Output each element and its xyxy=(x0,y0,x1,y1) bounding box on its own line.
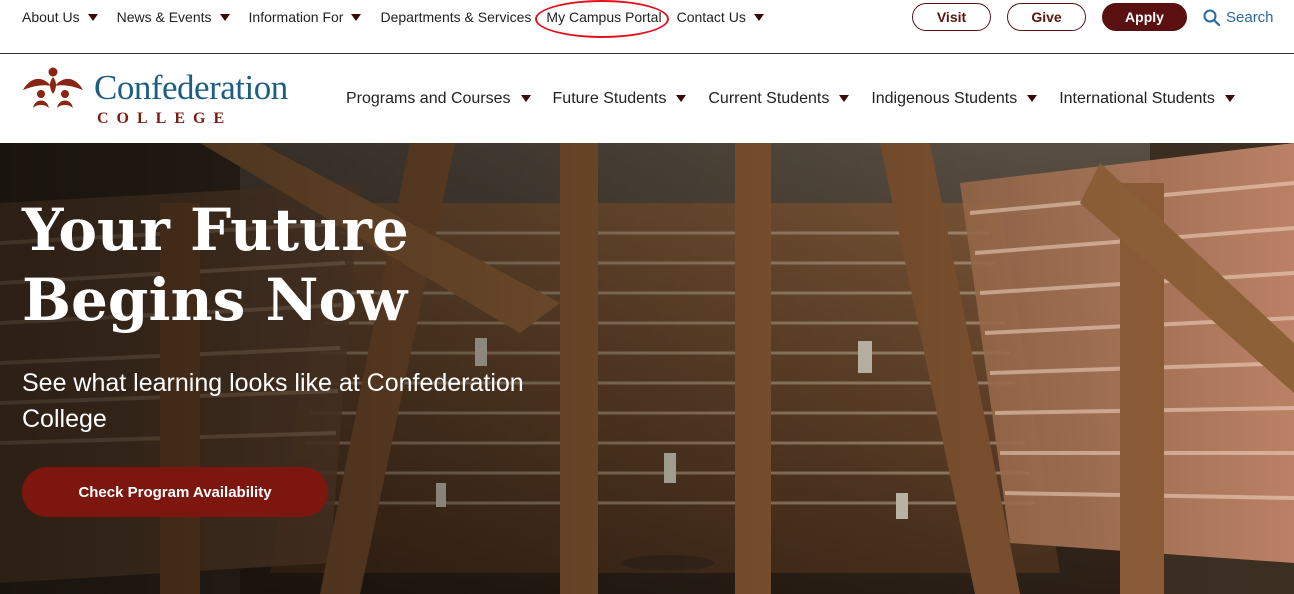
utility-link-information-for[interactable]: Information For xyxy=(249,9,362,25)
utility-link-label: My Campus Portal xyxy=(546,8,662,25)
nav-item-label: Indigenous Students xyxy=(871,89,1018,107)
nav-item-programs-courses[interactable]: Programs and Courses xyxy=(346,90,531,108)
utility-link-label: About Us xyxy=(22,8,80,25)
caret-down-icon xyxy=(839,95,850,102)
caret-down-icon xyxy=(1027,95,1038,102)
nav-item-indigenous-students[interactable]: Indigenous Students xyxy=(871,89,1038,108)
give-button[interactable]: Give xyxy=(1007,3,1086,31)
logo-wordmark: Confederation xyxy=(94,68,288,107)
nav-item-label: Future Students xyxy=(552,89,667,107)
caret-down-icon xyxy=(520,95,531,102)
hero-banner: Your Future Begins Now See what learning… xyxy=(0,143,1294,594)
search-link[interactable]: Search xyxy=(1203,9,1274,26)
utility-actions: Visit Give Apply Search xyxy=(912,3,1274,31)
check-program-availability-button[interactable]: Check Program Availability xyxy=(22,467,328,517)
utility-link-about-us[interactable]: About Us xyxy=(22,9,98,25)
hero-title: Your Future Begins Now xyxy=(22,195,542,335)
hero-title-line: Begins Now xyxy=(22,266,408,334)
bird-emblem-icon xyxy=(23,67,83,108)
nav-item-international-students[interactable]: International Students xyxy=(1059,90,1235,108)
nav-item-label: Current Students xyxy=(708,89,830,107)
main-navigation: Confederation COLLEGE Programs and Cours… xyxy=(0,54,1294,143)
caret-down-icon xyxy=(676,95,687,102)
utility-link-contact-us[interactable]: Contact Us xyxy=(677,9,764,25)
caret-down-icon xyxy=(351,13,362,21)
utility-link-label: Contact Us xyxy=(676,8,746,25)
college-logo[interactable]: Confederation COLLEGE xyxy=(21,64,321,136)
utility-link-news-events[interactable]: News & Events xyxy=(117,9,230,25)
utility-links: About Us News & Events Information For D… xyxy=(22,0,783,38)
visit-button[interactable]: Visit xyxy=(912,3,991,31)
caret-down-icon xyxy=(1224,95,1235,102)
utility-link-my-campus-portal[interactable]: My Campus Portal xyxy=(535,0,670,38)
apply-button[interactable]: Apply xyxy=(1102,3,1187,31)
utility-link-label: Information For xyxy=(248,8,344,25)
utility-link-departments-services[interactable]: Departments & Services xyxy=(380,9,531,25)
utility-link-label: Departments & Services xyxy=(380,8,532,25)
hero-subtitle: See what learning looks like at Confeder… xyxy=(22,369,524,433)
primary-nav: Programs and Courses Future Students Cur… xyxy=(346,54,1257,143)
search-icon xyxy=(1203,9,1220,26)
logo-subtitle: COLLEGE xyxy=(97,110,233,127)
hero-title-line: Your Future xyxy=(22,196,409,264)
nav-item-future-students[interactable]: Future Students xyxy=(553,90,687,108)
search-label: Search xyxy=(1226,8,1274,26)
utility-link-label: News & Events xyxy=(116,8,212,25)
utility-bar: About Us News & Events Information For D… xyxy=(0,0,1294,54)
nav-item-label: Programs and Courses xyxy=(346,89,511,107)
nav-item-current-students[interactable]: Current Students xyxy=(708,89,850,108)
caret-down-icon xyxy=(87,13,98,21)
caret-down-icon xyxy=(219,13,230,21)
nav-item-label: International Students xyxy=(1059,89,1215,107)
caret-down-icon xyxy=(753,13,764,21)
